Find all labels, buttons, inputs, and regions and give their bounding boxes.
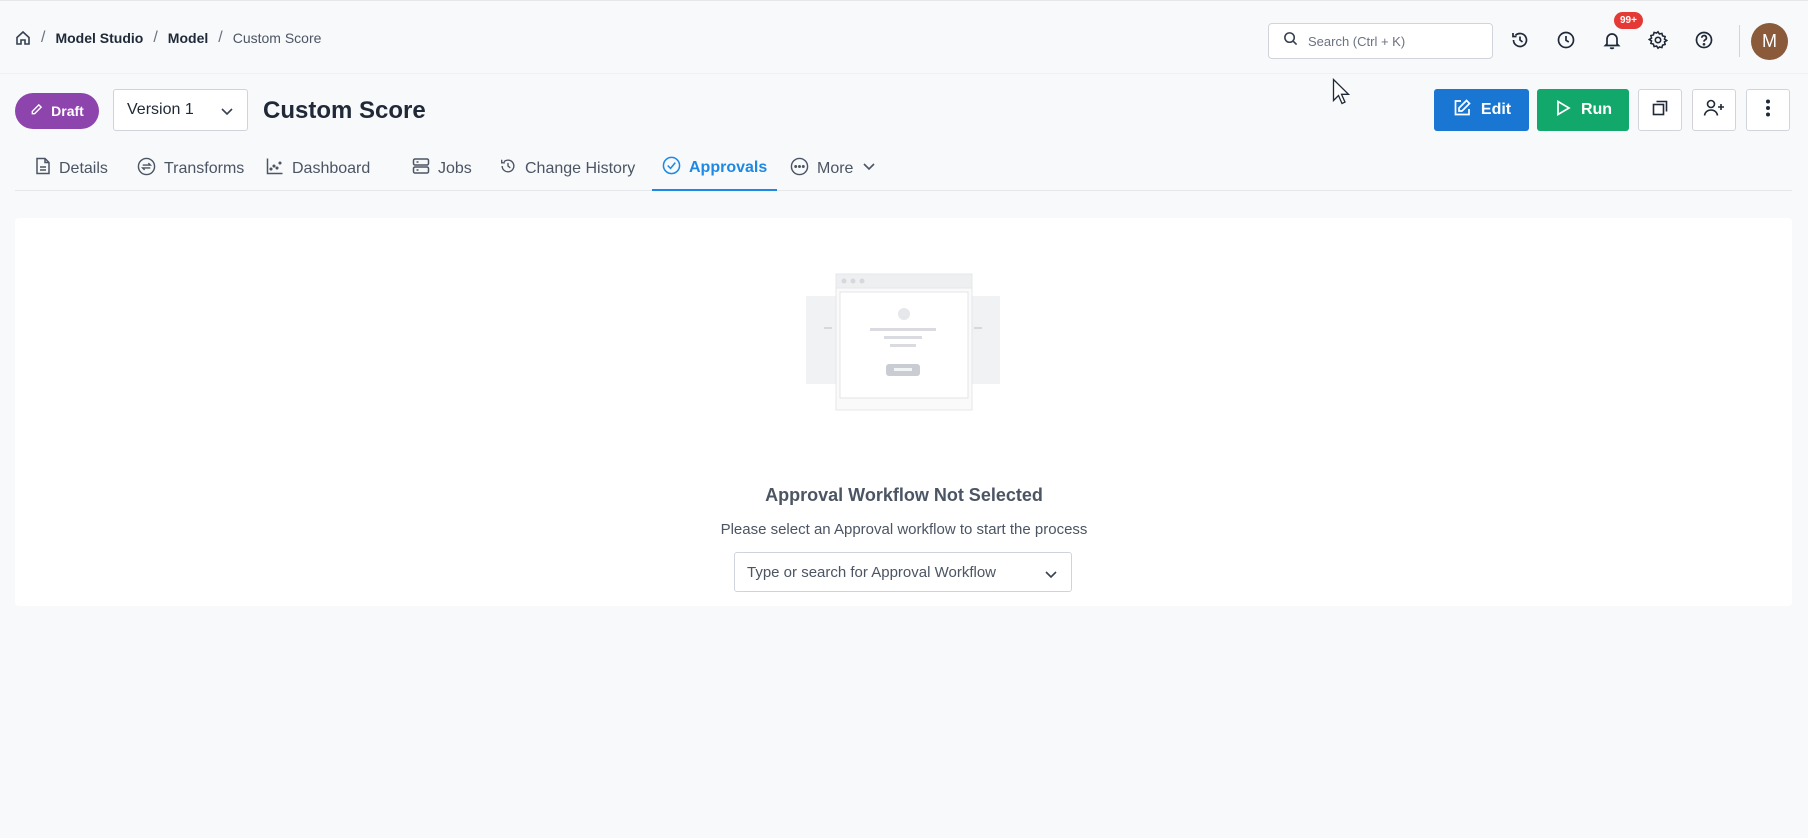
- page-title: Custom Score: [263, 97, 426, 124]
- breadcrumb: / Model Studio / Model / Custom Score: [15, 27, 321, 49]
- mouse-cursor-icon: [1332, 77, 1352, 111]
- run-button-label: Run: [1580, 101, 1613, 118]
- more-options-button[interactable]: [1746, 89, 1790, 131]
- tab-bar: Details Transforms Dashboard Jobs Change…: [15, 146, 1792, 191]
- empty-state-illustration: [806, 272, 1000, 412]
- tab-approvals[interactable]: Approvals: [652, 146, 778, 191]
- home-icon[interactable]: [15, 30, 31, 46]
- edit-button[interactable]: Edit: [1434, 89, 1529, 131]
- chevron-down-icon: [219, 103, 235, 124]
- tab-transforms[interactable]: Transforms: [127, 146, 254, 191]
- chart-icon: [266, 157, 284, 180]
- copy-button[interactable]: [1638, 89, 1682, 131]
- clock-icon[interactable]: [1554, 28, 1578, 52]
- ellipsis-circle-icon: [790, 157, 809, 181]
- search-icon: [1283, 31, 1298, 51]
- sync-icon: [137, 157, 156, 181]
- add-user-icon: [1703, 98, 1725, 123]
- play-icon: [1554, 99, 1572, 122]
- check-circle-icon: [662, 156, 681, 180]
- search-input[interactable]: [1308, 33, 1478, 49]
- empty-state-title: Approval Workflow Not Selected: [765, 485, 1043, 505]
- breadcrumb-separator: /: [218, 29, 223, 46]
- edit-icon: [1452, 98, 1472, 123]
- toolbar-divider: [1739, 25, 1740, 57]
- approval-workflow-select[interactable]: Type or search for Approval Workflow: [734, 552, 1072, 592]
- edit-button-label: Edit: [1480, 101, 1512, 118]
- tab-label: Dashboard: [292, 159, 371, 177]
- tab-label: More: [817, 159, 854, 177]
- chevron-down-icon: [861, 158, 877, 179]
- copy-icon: [1651, 99, 1669, 122]
- tab-label: Jobs: [438, 159, 472, 177]
- share-user-button[interactable]: [1692, 89, 1736, 131]
- status-badge-draft: Draft: [15, 93, 99, 129]
- breadcrumb-current: Custom Score: [232, 30, 322, 46]
- notification-badge: 99+: [1614, 12, 1643, 29]
- top-bar: / Model Studio / Model / Custom Score 99…: [0, 0, 1808, 74]
- vertical-ellipsis-icon: [1765, 98, 1771, 123]
- tab-label: Details: [59, 159, 108, 177]
- recent-history-icon[interactable]: [1508, 28, 1532, 52]
- global-search[interactable]: [1268, 23, 1493, 59]
- tab-label: Change History: [525, 159, 636, 177]
- notification-bell-icon[interactable]: [1600, 28, 1624, 52]
- status-badge-label: Draft: [51, 103, 84, 119]
- tab-label: Approvals: [689, 158, 768, 176]
- breadcrumb-separator: /: [153, 29, 158, 46]
- tab-details[interactable]: Details: [25, 146, 118, 191]
- chevron-down-icon: [1043, 566, 1059, 586]
- run-button[interactable]: Run: [1537, 89, 1629, 131]
- breadcrumb-model-studio[interactable]: Model Studio: [55, 30, 143, 46]
- version-select-value: Version 1: [127, 101, 194, 118]
- tab-dashboard[interactable]: Dashboard: [256, 146, 380, 191]
- approval-workflow-placeholder: Type or search for Approval Workflow: [747, 563, 996, 581]
- pencil-icon: [30, 103, 43, 119]
- breadcrumb-model[interactable]: Model: [168, 30, 208, 46]
- breadcrumb-separator: /: [41, 29, 46, 46]
- tab-more[interactable]: More: [780, 146, 887, 191]
- server-icon: [412, 157, 430, 180]
- version-select[interactable]: Version 1: [113, 89, 248, 131]
- document-icon: [35, 157, 51, 180]
- tab-jobs[interactable]: Jobs: [402, 146, 482, 191]
- help-icon[interactable]: [1692, 28, 1716, 52]
- history-icon: [499, 157, 517, 180]
- gear-icon[interactable]: [1646, 28, 1670, 52]
- user-avatar[interactable]: M: [1751, 23, 1788, 60]
- tab-change-history[interactable]: Change History: [489, 146, 645, 191]
- empty-state-subtitle: Please select an Approval workflow to st…: [720, 521, 1088, 538]
- tab-label: Transforms: [164, 159, 245, 177]
